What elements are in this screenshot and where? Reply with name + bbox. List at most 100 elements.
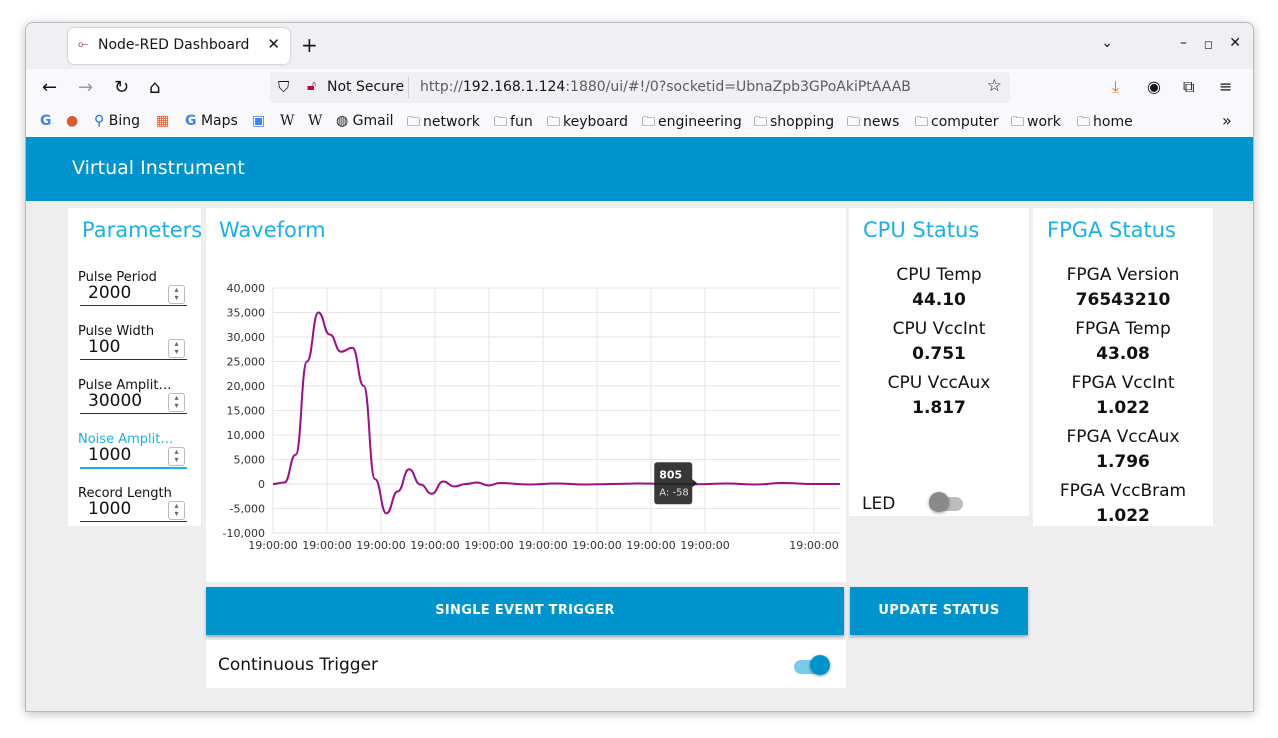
bookmark-shopping[interactable]: 🗀︎ shopping [754, 113, 834, 135]
pulse-amplitude-value[interactable]: 30000 [88, 391, 142, 411]
pulse-width-value[interactable]: 100 [88, 337, 120, 357]
url-host: 192.168.1.124 [462, 79, 566, 95]
url-path: :1880/ui/#!/0?socketid=UbnaZpb3GPoAkiPtA… [565, 79, 911, 95]
translate-bookmark-icon[interactable]: ▣ [252, 113, 265, 129]
tab-list-chevron-icon[interactable]: ⌄ [1101, 35, 1113, 51]
insecure-lock-icon[interactable]: 🔓︎ [307, 78, 316, 94]
fpga-status-title: FPGA Status [1047, 218, 1176, 242]
folder-icon: 🗀︎ [547, 115, 561, 130]
google-bookmark-icon[interactable]: G [40, 113, 52, 129]
url-bar[interactable]: ⛉ 🔓︎ Not Secure http://192.168.1.124:188… [270, 72, 1010, 103]
bookmark-fun[interactable]: 🗀︎ fun [494, 113, 533, 135]
new-tab-button[interactable]: + [301, 33, 318, 57]
close-window-icon[interactable]: ✕ [1229, 35, 1241, 51]
maximize-icon[interactable]: ◻ [1204, 38, 1213, 51]
continuous-trigger-knob [810, 655, 830, 675]
home-icon[interactable]: ⌂ [149, 77, 160, 98]
record-length-value[interactable]: 1000 [88, 499, 131, 519]
led-toggle-knob [929, 492, 949, 512]
pulse-period-input[interactable]: 2000 ▴ ▾ [80, 283, 187, 306]
bookmarks-bar: G ● ⚲ Bing ▦ G Maps ▣ W W ◍ Gmail 🗀︎ netw… [26, 107, 1253, 137]
bookmark-label: home [1093, 114, 1133, 130]
app-toolbar: Virtual Instrument [26, 137, 1253, 201]
spinner-icon[interactable]: ▴ ▾ [168, 447, 185, 466]
close-tab-icon[interactable]: ✕ [267, 35, 280, 53]
continuous-trigger-toggle[interactable] [794, 655, 830, 675]
not-secure-label[interactable]: Not Secure [327, 79, 404, 95]
bookmark-maps[interactable]: G Maps [185, 113, 238, 129]
bookmark-work[interactable]: 🗀︎ work [1011, 113, 1061, 135]
bookmark-gmail[interactable]: ◍ Gmail [336, 113, 394, 129]
fpga-vccint-label: FPGA VccInt [1071, 373, 1175, 393]
noise-amplitude-value[interactable]: 1000 [88, 445, 131, 465]
more-bookmarks-icon[interactable]: » [1222, 111, 1232, 130]
y-tick-label: 5,000 [234, 454, 266, 467]
menu-icon[interactable]: ≡ [1219, 77, 1232, 96]
folder-icon: 🗀︎ [1011, 115, 1025, 130]
continuous-trigger-card: Continuous Trigger [206, 640, 846, 688]
reload-icon[interactable]: ↻ [114, 77, 129, 98]
noise-amplitude-input[interactable]: 1000 ▴ ▾ [80, 445, 187, 469]
x-tick-label: 19:00:00 [518, 539, 567, 552]
x-tick-label: 19:00:00 [356, 539, 405, 552]
back-arrow-icon[interactable]: ← [42, 77, 57, 98]
node-red-favicon-icon: ⟜ [78, 37, 89, 52]
record-length-input[interactable]: 1000 ▴ ▾ [80, 499, 187, 522]
pulse-amplitude-input[interactable]: 30000 ▴ ▾ [80, 391, 187, 414]
cpu-vccaux-value: 1.817 [912, 398, 966, 418]
wikipedia-bookmark-icon[interactable]: W [280, 113, 294, 129]
search-icon: ⚲ [94, 113, 105, 129]
folder-icon: 🗀︎ [754, 115, 768, 130]
fpga-version-label: FPGA Version [1066, 265, 1180, 285]
bookmark-home[interactable]: 🗀︎ home [1077, 113, 1133, 135]
webster-bookmark-icon[interactable]: W [308, 113, 322, 129]
bookmark-news[interactable]: 🗀︎ news [847, 113, 899, 135]
bookmark-computer[interactable]: 🗀︎ computer [915, 113, 999, 135]
url-text[interactable]: http://192.168.1.124:1880/ui/#!/0?socket… [420, 79, 911, 95]
forward-arrow-icon[interactable]: → [78, 77, 93, 98]
y-tick-label: 35,000 [227, 307, 266, 320]
spinner-icon[interactable]: ▴ ▾ [168, 285, 185, 304]
extensions-icon[interactable]: ⧉ [1183, 77, 1194, 97]
folder-icon: 🗀︎ [642, 115, 656, 130]
continuous-trigger-label: Continuous Trigger [218, 655, 379, 675]
bookmark-keyboard[interactable]: 🗀︎ keyboard [547, 113, 628, 135]
fpga-vccbram-value: 1.022 [1096, 506, 1150, 526]
tab-title: Node-RED Dashboard [98, 37, 250, 53]
waveform-card: Waveform 40,000 35,000 30,000 25,000 20,000 1… [206, 208, 846, 582]
bookmark-label: Maps [200, 113, 238, 129]
url-separator [408, 77, 409, 98]
parameters-card: Parameters Pulse Period 2000 ▴ ▾ Pulse Wi… [68, 208, 202, 526]
bookmark-network[interactable]: 🗀︎ network [407, 113, 480, 135]
single-event-trigger-button[interactable]: SINGLE EVENT TRIGGER [206, 587, 844, 635]
spinner-icon[interactable]: ▴ ▾ [168, 393, 185, 412]
folder-icon: 🗀︎ [915, 115, 929, 130]
pulse-period-value[interactable]: 2000 [88, 283, 131, 303]
y-tick-label: 0 [258, 478, 265, 491]
bookmark-label: Gmail [352, 113, 394, 129]
minimize-icon[interactable]: – [1180, 35, 1187, 51]
microsoft-bookmark-icon[interactable]: ▦ [156, 113, 169, 129]
spinner-icon[interactable]: ▴ ▾ [168, 501, 185, 520]
x-tick-label: 19:00:00 [410, 539, 459, 552]
led-toggle[interactable] [929, 492, 965, 512]
bookmark-label: shopping [770, 114, 835, 130]
bookmark-bing[interactable]: ⚲ Bing [94, 113, 140, 129]
globe-icon: ◍ [336, 113, 349, 129]
tab-node-red-dashboard[interactable]: ⟜ Node-RED Dashboard ✕ [68, 28, 290, 64]
y-tick-label: -5,000 [230, 503, 265, 516]
account-icon[interactable]: ◉ [1147, 77, 1161, 96]
bookmark-star-icon[interactable]: ☆ [987, 76, 1002, 96]
pulse-width-input[interactable]: 100 ▴ ▾ [80, 337, 187, 360]
tracking-shield-icon[interactable]: ⛉ [278, 78, 289, 96]
cpu-status-card: CPU Status CPU Temp 44.10 CPU VccInt 0.7… [849, 208, 1029, 516]
download-icon[interactable]: ⤓ [1112, 77, 1119, 97]
x-tick-label: 19:00:00 [572, 539, 621, 552]
google-icon: G [185, 113, 197, 129]
bookmark-label: keyboard [563, 114, 628, 130]
y-tick-label: 30,000 [227, 331, 266, 344]
update-status-button[interactable]: UPDATE STATUS [850, 587, 1028, 635]
duckduckgo-bookmark-icon[interactable]: ● [66, 113, 78, 129]
spinner-icon[interactable]: ▴ ▾ [168, 339, 185, 358]
bookmark-engineering[interactable]: 🗀︎ engineering [642, 113, 742, 135]
